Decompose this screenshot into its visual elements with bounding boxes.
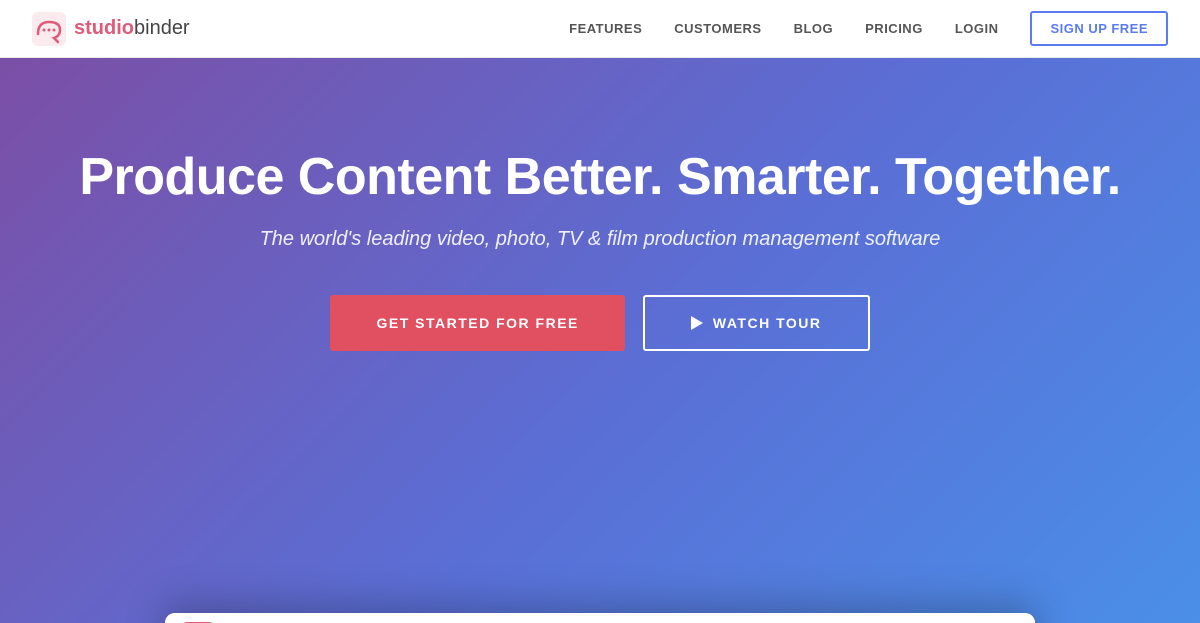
app-preview-bar: Gravity ▾ Projects + New Project ···: [165, 613, 1035, 623]
hero-subtitle: The world's leading video, photo, TV & f…: [79, 228, 1120, 251]
get-started-button[interactable]: GET STARTED FOR FREE: [330, 295, 624, 351]
hero-section: Produce Content Better. Smarter. Togethe…: [0, 58, 1200, 623]
hero-content: Produce Content Better. Smarter. Togethe…: [79, 148, 1120, 411]
hero-buttons: GET STARTED FOR FREE WATCH TOUR: [79, 295, 1120, 351]
hero-title: Produce Content Better. Smarter. Togethe…: [79, 148, 1120, 208]
nav-customers[interactable]: CUSTOMERS: [674, 21, 761, 36]
logo-link[interactable]: studiobinder: [32, 12, 190, 46]
nav-features[interactable]: FEATURES: [569, 21, 642, 36]
watch-tour-label: WATCH TOUR: [713, 315, 822, 331]
nav-blog[interactable]: BLOG: [794, 21, 834, 36]
logo-icon: [32, 12, 66, 46]
logo-text: studiobinder: [74, 17, 190, 40]
navbar: studiobinder FEATURES CUSTOMERS BLOG PRI…: [0, 0, 1200, 58]
app-preview: Gravity ▾ Projects + New Project ···: [165, 613, 1035, 623]
navbar-nav: FEATURES CUSTOMERS BLOG PRICING LOGIN SI…: [569, 11, 1168, 46]
nav-pricing[interactable]: PRICING: [865, 21, 923, 36]
signup-button[interactable]: SIGN UP FREE: [1030, 11, 1168, 46]
watch-tour-button[interactable]: WATCH TOUR: [643, 295, 870, 351]
nav-login[interactable]: LOGIN: [955, 21, 999, 36]
play-icon: [691, 316, 703, 330]
